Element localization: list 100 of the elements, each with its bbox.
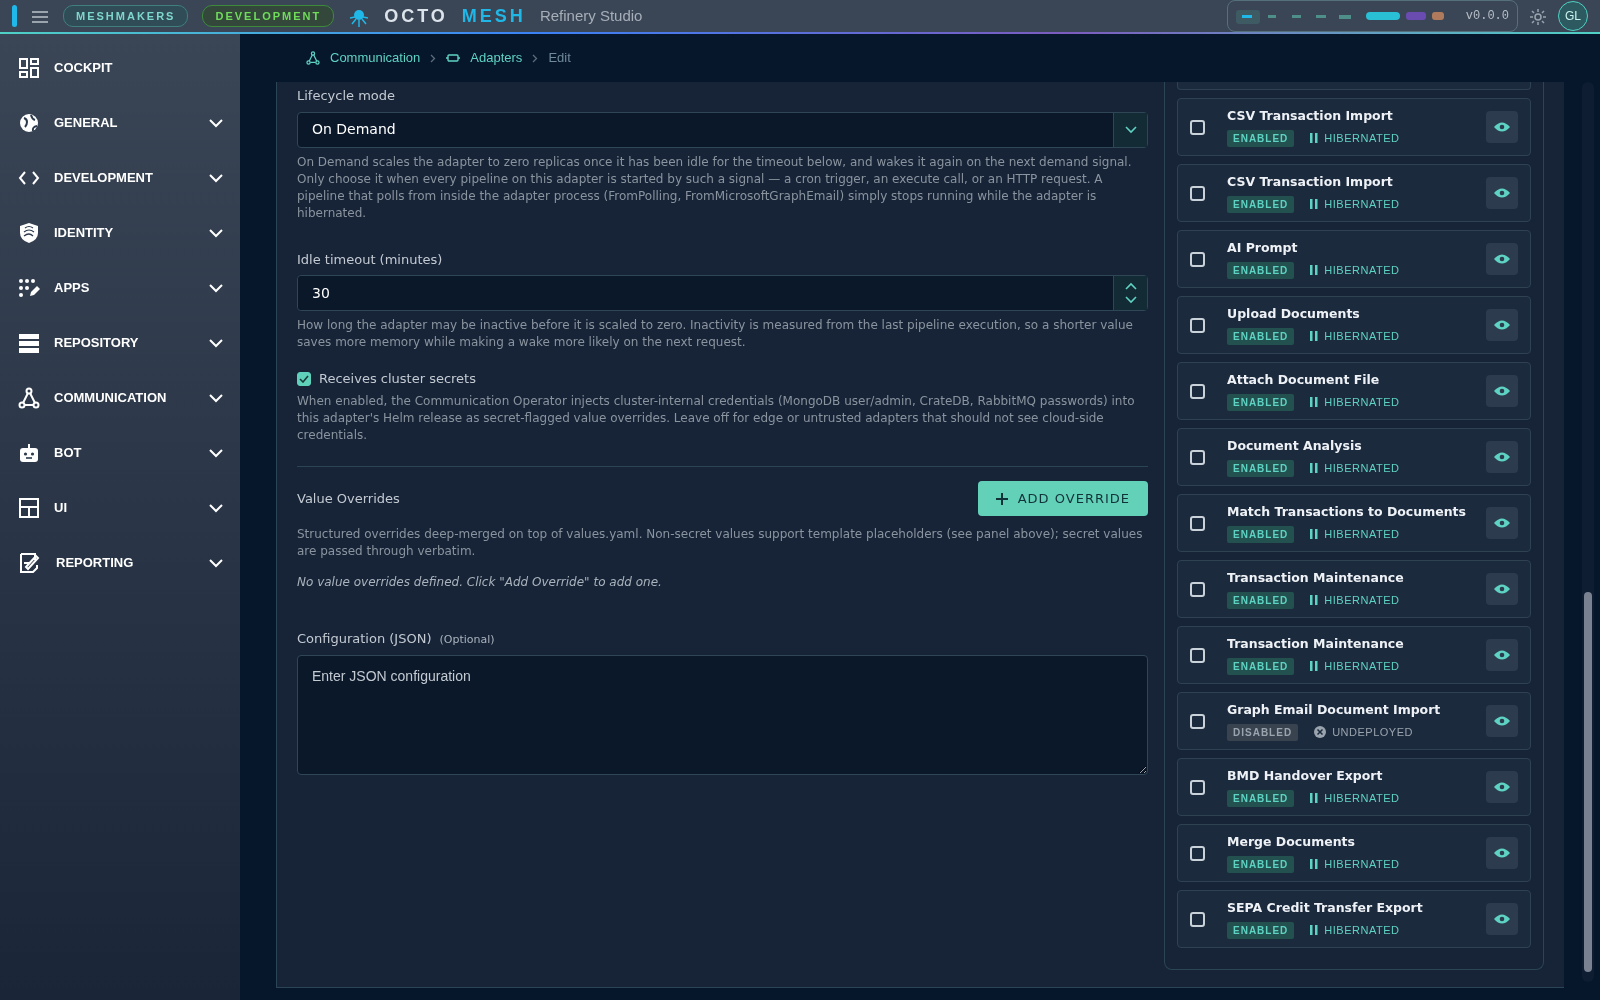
checkbox[interactable]: [1190, 647, 1205, 663]
pause-icon: [1310, 397, 1319, 408]
server-icon: [18, 331, 40, 354]
eye-icon[interactable]: [1486, 771, 1518, 803]
help-text: On Demand scales the adapter to zero replicas once it has been idle for the timeout below, and wakes it again on the next demand signal. Only choose it when every pipeline on this adapter is started by such a signal — a cron trigger, an execute call, or an HTTP request. A pipeline that polls from inside the adapter process (FromPolling, FromMicrosoftGraphEmail) simply stops running while the adapter is hibernated.: [297, 153, 1133, 222]
environment-badge: DEVELOPMENT: [202, 4, 335, 28]
pause-icon: [1310, 661, 1319, 672]
deployment-state: HIBERNATED: [1324, 461, 1400, 477]
dashboard-icon: [18, 56, 40, 79]
checkbox[interactable]: [1190, 713, 1205, 729]
breadcrumb-link[interactable]: Adapters: [470, 48, 523, 68]
pipeline-name: Merge Documents: [1227, 833, 1356, 852]
deployment-state: HIBERNATED: [1324, 527, 1400, 543]
apps-icon: [18, 276, 40, 299]
checkbox[interactable]: [1190, 251, 1205, 267]
help-text: How long the adapter may be inactive before it is scaled to zero. Inactivity is measured from the last pipeline execution, so a shorter value saves more memory while making a wake more likely on the next request.: [297, 317, 1134, 352]
status-badge: ENABLED: [1227, 393, 1295, 411]
deployment-state: UNDEPLOYED: [1332, 725, 1413, 741]
checkbox[interactable]: [1190, 317, 1205, 333]
help-text: Structured overrides deep-merged on top of values.yaml. Non-secret values support template placeholders (see panel above); secret values are passed through verbatim.: [297, 526, 1144, 561]
checkbox[interactable]: [1190, 449, 1205, 465]
brand-name: MESH: [461, 4, 526, 28]
user-avatar[interactable]: GL: [1558, 1, 1588, 31]
optional-hint: (Optional): [439, 632, 495, 649]
sidebar-item[interactable]: REPORTING: [0, 535, 240, 590]
pause-icon: [1310, 529, 1319, 540]
fingerprint-shield-icon: [18, 221, 40, 244]
eye-icon[interactable]: [1486, 507, 1518, 539]
sidebar-item[interactable]: IDENTITY: [0, 205, 240, 260]
scrollbar-thumb[interactable]: [1584, 592, 1592, 972]
checkbox[interactable]: [297, 371, 311, 386]
version-label: v0.0.0: [1465, 8, 1509, 25]
plus-icon: [995, 492, 1008, 505]
pipeline-name: Transaction Maintenance: [1227, 635, 1404, 654]
sidebar-item[interactable]: APPS: [0, 260, 240, 315]
chevron-right-icon: [430, 53, 437, 63]
checkbox[interactable]: [1190, 119, 1205, 135]
pipeline-name: Match Transactions to Documents: [1227, 503, 1466, 522]
network-icon: [18, 386, 40, 409]
breadcrumb-link[interactable]: Communication: [330, 48, 421, 68]
eye-icon[interactable]: [1486, 441, 1518, 473]
deployment-state: HIBERNATED: [1324, 791, 1400, 807]
accent-bar: [12, 5, 17, 27]
eye-icon[interactable]: [1486, 639, 1518, 671]
pause-icon: [1310, 463, 1319, 474]
checkbox[interactable]: [1190, 185, 1205, 201]
status-badge: ENABLED: [1227, 789, 1295, 807]
sidebar-item[interactable]: DEVELOPMENT: [0, 150, 240, 205]
checkbox[interactable]: [1190, 911, 1205, 927]
pipeline-name: Transaction Maintenance: [1227, 569, 1404, 588]
sidebar-item[interactable]: COMMUNICATION: [0, 370, 240, 425]
sidebar-item[interactable]: REPOSITORY: [0, 315, 240, 370]
eye-icon[interactable]: [1486, 177, 1518, 209]
layout-icon: [18, 496, 40, 519]
add-override-button[interactable]: ADD OVERRIDE: [977, 480, 1148, 517]
sidebar-item[interactable]: COCKPIT: [0, 40, 240, 95]
pipeline-name: BMD Handover Export: [1227, 767, 1384, 786]
field-label: Lifecycle mode: [297, 87, 397, 105]
chevron-right-icon: [532, 53, 539, 63]
sidebar-item[interactable]: GENERAL: [0, 95, 240, 150]
deployment-state: HIBERNATED: [1324, 923, 1400, 939]
pipeline-name: CSV Transaction Import: [1227, 173, 1394, 192]
eye-icon[interactable]: [1486, 903, 1518, 935]
pipeline-name: Upload Documents: [1227, 305, 1361, 324]
empty-message: No value overrides defined. Click "Add Override" to add one.: [297, 574, 663, 592]
eye-icon[interactable]: [1486, 309, 1518, 341]
status-badge: ENABLED: [1227, 591, 1295, 609]
sidebar-item[interactable]: UI: [0, 480, 240, 535]
eye-icon[interactable]: [1486, 705, 1518, 737]
chevron-down-icon[interactable]: [1113, 112, 1147, 147]
spinner-icon[interactable]: [1113, 276, 1147, 311]
deployment-state: HIBERNATED: [1324, 395, 1400, 411]
status-badge: ENABLED: [1227, 525, 1295, 543]
status-badge: ENABLED: [1227, 129, 1295, 147]
eye-icon[interactable]: [1486, 375, 1518, 407]
breadcrumb-current: Edit: [548, 49, 571, 68]
pause-icon: [1310, 925, 1319, 936]
eye-icon[interactable]: [1486, 837, 1518, 869]
deployment-state: HIBERNATED: [1324, 857, 1400, 873]
eye-icon[interactable]: [1486, 573, 1518, 605]
configuration-field[interactable]: Enter JSON configuration: [297, 654, 1148, 775]
checkbox[interactable]: [1190, 581, 1205, 597]
pause-icon: [1310, 265, 1319, 276]
robot-icon: [18, 441, 40, 464]
pause-icon: [1310, 331, 1319, 342]
checkbox[interactable]: [1190, 515, 1205, 531]
pipeline-name: SEPA Credit Transfer Export: [1227, 899, 1423, 918]
checkbox[interactable]: [1190, 845, 1205, 861]
pause-icon: [1310, 595, 1319, 606]
globe-icon: [18, 111, 40, 134]
deployment-state: HIBERNATED: [1324, 131, 1400, 147]
organization-badge[interactable]: MESHMAKERS: [63, 4, 189, 28]
checkbox[interactable]: [1190, 779, 1205, 795]
network-icon: [306, 51, 320, 65]
lifecycle-select[interactable]: On Demand: [297, 111, 1148, 148]
checkbox[interactable]: [1190, 383, 1205, 399]
plug-icon: [446, 53, 461, 63]
eye-icon[interactable]: [1486, 111, 1518, 143]
sidebar-item[interactable]: BOT: [0, 425, 240, 480]
eye-icon[interactable]: [1486, 243, 1518, 275]
